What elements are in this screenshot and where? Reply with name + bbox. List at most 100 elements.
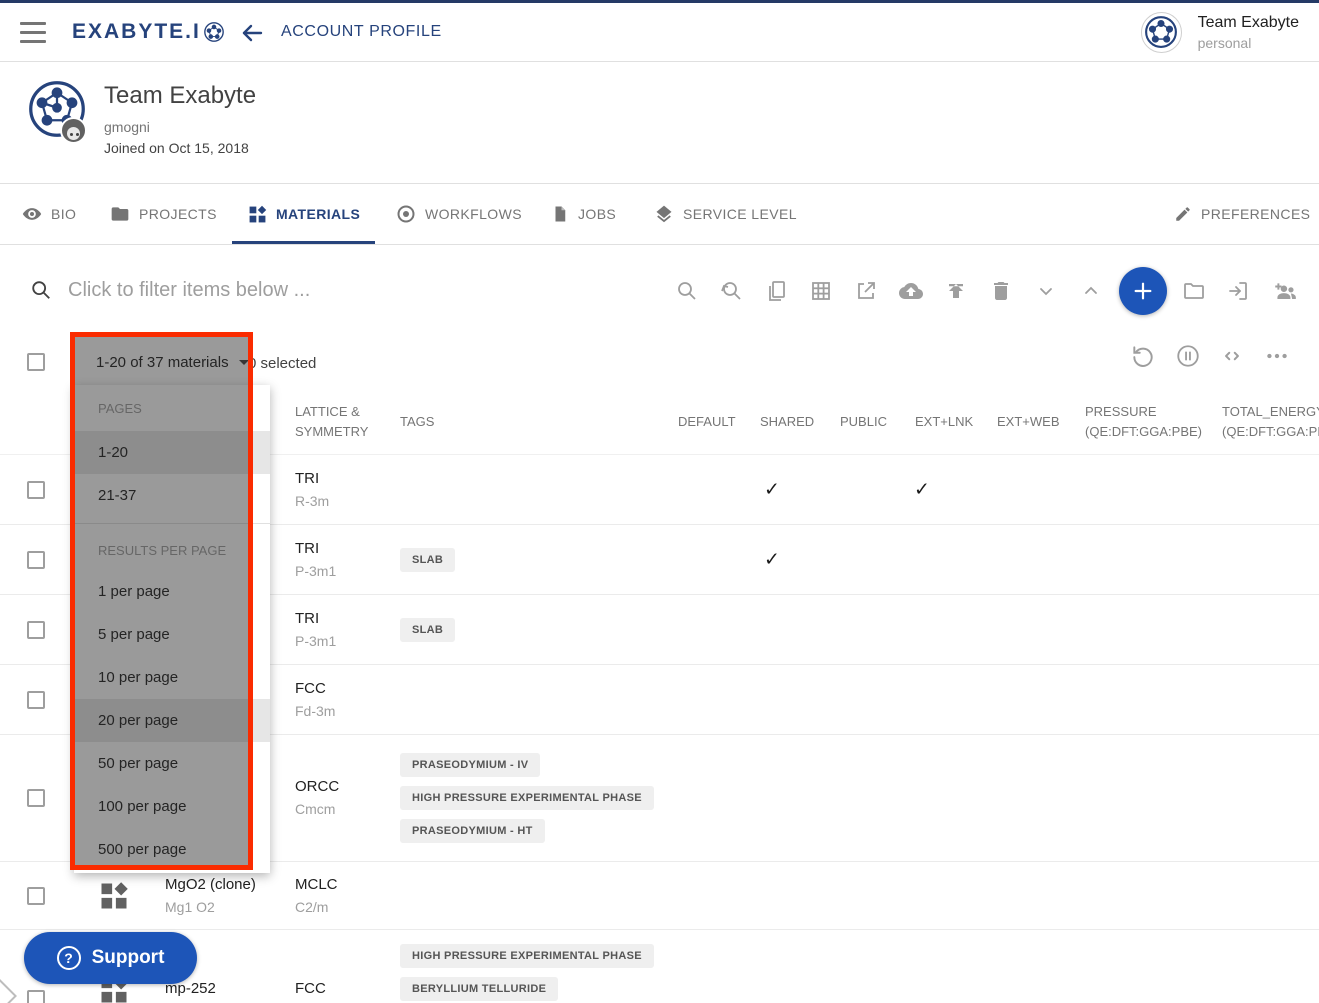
profile-header: Team Exabyte gmogni Joined on Oct 15, 20…: [0, 62, 1319, 184]
tag-chip: BERYLLIUM TELLURIDE: [400, 977, 558, 1001]
account-type: personal: [1198, 35, 1299, 51]
back-arrow-icon[interactable]: [240, 21, 264, 45]
filter-input[interactable]: [68, 270, 568, 310]
brand-logo[interactable]: EXABYTE.I: [72, 20, 225, 44]
shared-check-icon: ✓: [757, 478, 787, 501]
select-all-checkbox[interactable]: [27, 353, 45, 371]
lattice-type: ORCC: [295, 776, 339, 798]
chevron-down-icon[interactable]: [1034, 279, 1058, 303]
column-pressure[interactable]: PRESSURE (QE:DFT:GGA:PBE): [1085, 402, 1210, 442]
row-checkbox[interactable]: [27, 789, 45, 807]
column-shared[interactable]: SHARED: [760, 412, 814, 432]
lattice-type: MCLC: [295, 874, 338, 896]
app-bar: EXABYTE.I ACCOUNT PROFILE Team Exabyte p…: [0, 3, 1319, 62]
pause-circle-icon[interactable]: [1175, 343, 1201, 369]
eye-icon: [22, 204, 42, 224]
symmetry-group: Cmcm: [295, 798, 339, 820]
column-total-energy[interactable]: TOTAL_ENERGY (QE:DFT:GGA:PBE): [1222, 402, 1319, 442]
column-lattice-symmetry[interactable]: LATTICE & SYMMETRY: [295, 402, 379, 442]
column-tags[interactable]: TAGS: [400, 412, 434, 432]
lattice-type: TRI: [295, 468, 329, 490]
tab-service-level[interactable]: SERVICE LEVEL: [654, 184, 797, 244]
tag-chip: SLAB: [400, 548, 455, 572]
row-checkbox[interactable]: [27, 691, 45, 709]
tag-chip: SLAB: [400, 618, 455, 642]
add-material-fab[interactable]: [1119, 267, 1167, 315]
restore-icon[interactable]: [1130, 343, 1156, 369]
annotation-highlight-box: [70, 332, 253, 870]
tab-jobs[interactable]: JOBS: [551, 184, 616, 244]
table-row[interactable]: mp-252 FCC HIGH PRESSURE EXPERIMENTAL PH…: [0, 930, 1319, 1003]
folder-outline-icon[interactable]: [1182, 279, 1206, 303]
exit-to-app-icon[interactable]: [1226, 279, 1250, 303]
profile-username: gmogni: [104, 119, 150, 135]
tab-bio[interactable]: BIO: [22, 184, 76, 244]
account-avatar: [1141, 12, 1182, 53]
tag-chip: PRASEODYMIUM - HT: [400, 819, 545, 843]
column-default[interactable]: DEFAULT: [678, 412, 736, 432]
tag-chip: PRASEODYMIUM - IV: [400, 753, 540, 777]
material-formula: Mg1 O2: [165, 896, 256, 918]
symmetry-group: R-3m: [295, 490, 329, 512]
symmetry-group: C2/m: [295, 896, 338, 918]
upload-icon[interactable]: [944, 279, 968, 303]
grid-icon[interactable]: [809, 279, 833, 303]
symmetry-group: Fd-3m: [295, 700, 335, 722]
tag-chip: HIGH PRESSURE EXPERIMENTAL PHASE: [400, 786, 654, 810]
lattice-type: FCC: [295, 978, 326, 1000]
search-arrow-icon[interactable]: [719, 279, 743, 303]
trash-icon[interactable]: [989, 279, 1013, 303]
user-face-badge: [60, 117, 87, 144]
symmetry-group: P-3m1: [295, 560, 336, 582]
folder-icon: [110, 204, 130, 224]
radio-circle-icon: [396, 204, 416, 224]
group-add-icon[interactable]: [1272, 279, 1296, 303]
column-ext-web[interactable]: EXT+WEB: [997, 412, 1060, 432]
document-icon: [551, 205, 569, 223]
column-public[interactable]: PUBLIC: [840, 412, 887, 432]
lattice-type: TRI: [295, 538, 336, 560]
search-icon[interactable]: [675, 279, 699, 303]
material-icon: [99, 881, 129, 911]
more-horizontal-icon[interactable]: [1264, 343, 1290, 369]
column-ext-lnk[interactable]: EXT+LNK: [915, 412, 973, 432]
tab-materials[interactable]: MATERIALS: [248, 184, 360, 244]
search-icon: [30, 279, 54, 303]
row-checkbox[interactable]: [27, 621, 45, 639]
tag-chip: HIGH PRESSURE EXPERIMENTAL PHASE: [400, 944, 654, 968]
selected-count: 0 selected: [248, 355, 316, 372]
symmetry-group: P-3m1: [295, 630, 336, 652]
profile-joined-date: Joined on Oct 15, 2018: [104, 140, 249, 156]
chevron-up-icon[interactable]: [1079, 279, 1103, 303]
account-menu[interactable]: Team Exabyte personal: [1141, 12, 1299, 53]
pencil-icon: [1174, 205, 1192, 223]
help-icon: ?: [57, 946, 81, 970]
active-tab-underline: [232, 241, 375, 244]
tab-preferences[interactable]: PREFERENCES: [1174, 184, 1310, 244]
cloud-upload-icon[interactable]: [899, 279, 923, 303]
open-in-new-icon[interactable]: [854, 279, 878, 303]
tab-projects[interactable]: PROJECTS: [110, 184, 217, 244]
row-checkbox[interactable]: [27, 990, 45, 1003]
shared-check-icon: ✓: [757, 548, 787, 571]
hamburger-menu-icon[interactable]: [20, 22, 46, 43]
profile-name: Team Exabyte: [104, 82, 256, 110]
copy-icon[interactable]: [765, 279, 789, 303]
materials-grid-icon: [248, 205, 267, 224]
support-button[interactable]: ? Support: [24, 932, 197, 984]
row-checkbox[interactable]: [27, 551, 45, 569]
account-name: Team Exabyte: [1198, 14, 1299, 32]
ext-lnk-check-icon: ✓: [907, 478, 937, 501]
material-name: MgO2 (clone): [165, 874, 256, 896]
tab-bar: BIO PROJECTS MATERIALS WORKFLOWS JOBS SE…: [0, 184, 1319, 245]
code-icon[interactable]: [1219, 343, 1245, 369]
lattice-type: FCC: [295, 678, 335, 700]
row-checkbox[interactable]: [27, 481, 45, 499]
soccer-ball-logo-icon: [203, 21, 225, 43]
lattice-type: TRI: [295, 608, 336, 630]
row-checkbox[interactable]: [27, 887, 45, 905]
layers-icon: [654, 204, 674, 224]
brand-text: EXABYTE.I: [72, 20, 201, 44]
tab-workflows[interactable]: WORKFLOWS: [396, 184, 522, 244]
page-title: ACCOUNT PROFILE: [281, 23, 442, 41]
